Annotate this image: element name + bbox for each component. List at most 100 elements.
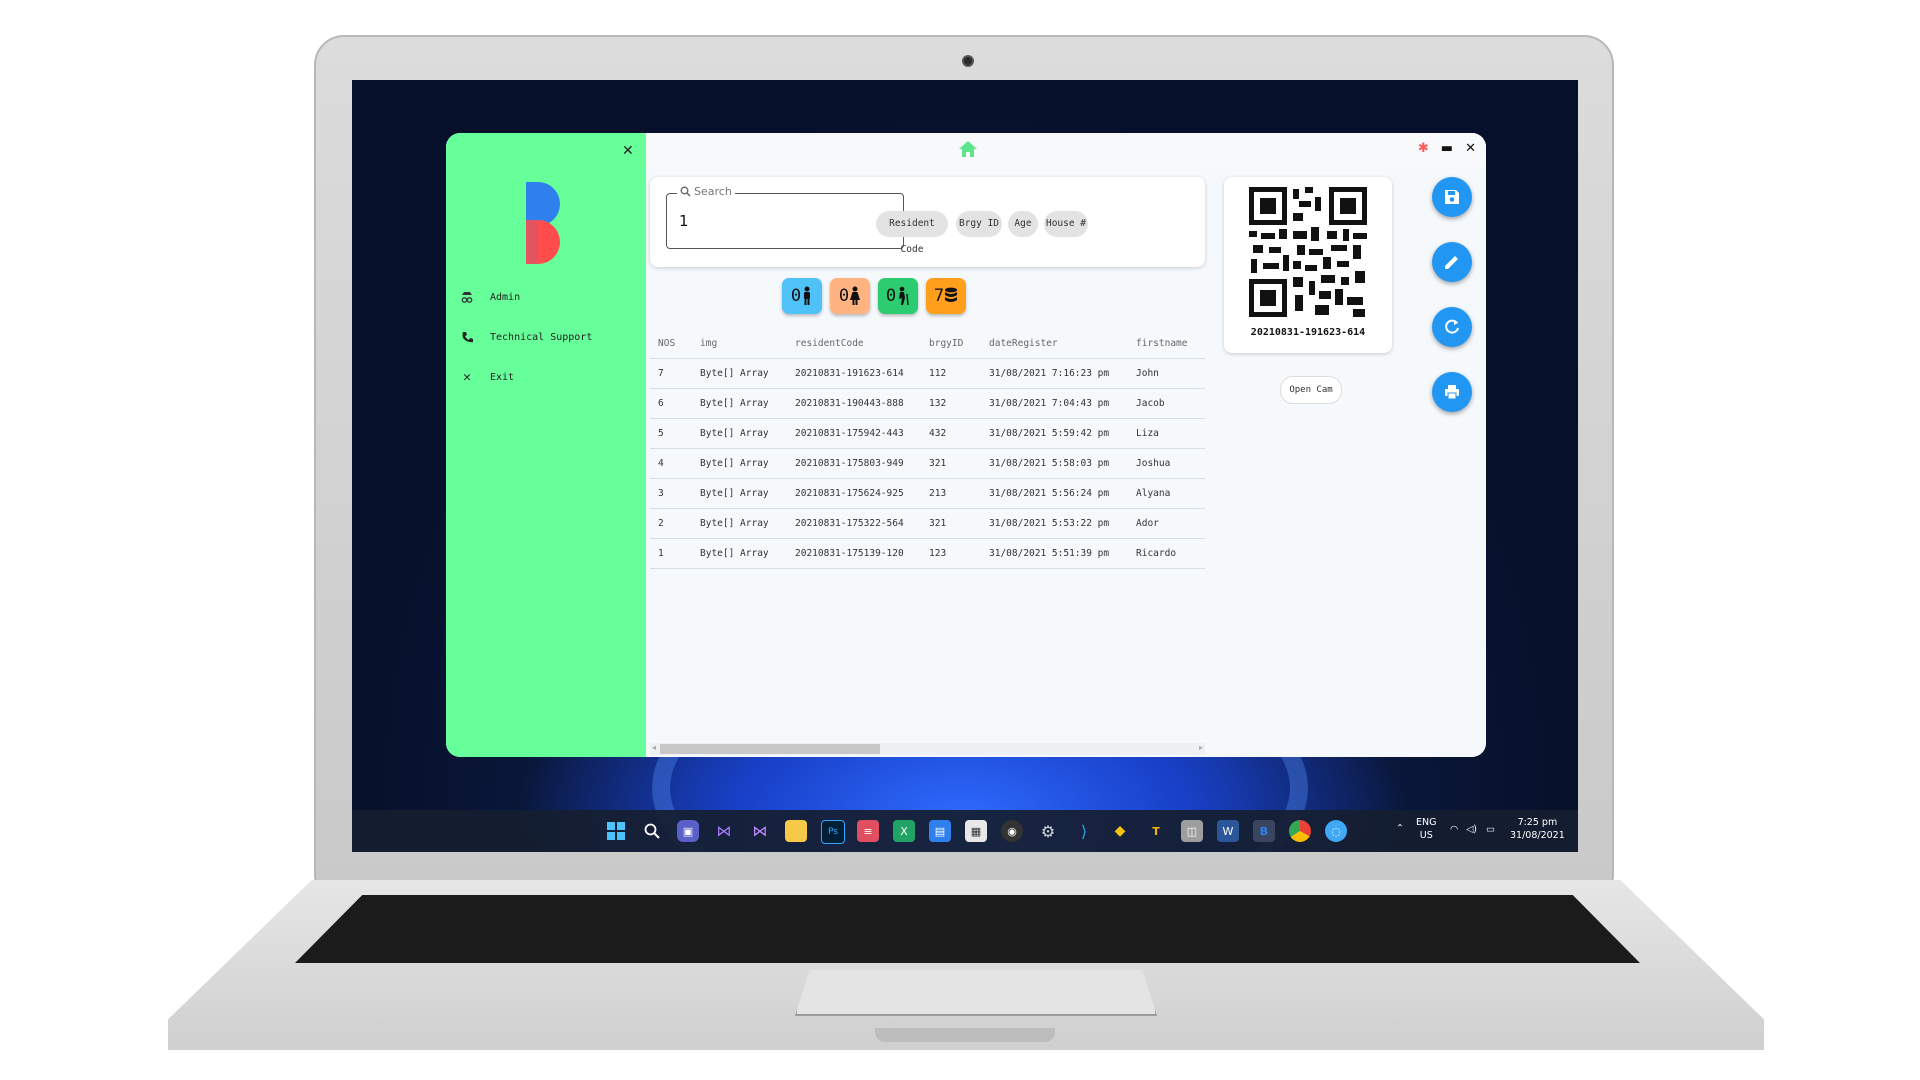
stat-female[interactable]: 0 [830,278,870,314]
table-row[interactable]: 6 Byte[] Array 20210831-190443-888 132 3… [650,388,1205,418]
table-cell: 5 [658,428,664,439]
search-legend: Search [677,185,735,198]
column-header[interactable]: residentCode [795,338,929,349]
filter-chip-brgy-id[interactable]: Brgy ID [956,211,1002,237]
barangay-app-icon[interactable]: B [1253,820,1275,842]
table-cell: John [1136,368,1159,379]
edit-button[interactable] [1432,242,1472,282]
sidebar-close-icon[interactable]: ✕ [622,143,634,159]
visual-studio-icon[interactable]: ⋈ [713,820,735,842]
document-icon[interactable]: ▦ [965,820,987,842]
browser-icon[interactable]: ◌ [1325,820,1347,842]
scroll-thumb[interactable] [660,744,880,754]
filter-chip-age[interactable]: Age [1008,211,1038,237]
photoshop-icon[interactable]: Ps [821,820,845,844]
tray-chevron-icon[interactable]: ⌃ [1396,822,1404,835]
stat-total[interactable]: 7 [926,278,966,314]
table-cell: 20210831-191623-614 [795,368,904,379]
elderly-icon [899,286,909,306]
volume-icon[interactable]: ◁) [1466,823,1477,836]
search-taskbar-icon[interactable] [641,820,663,842]
sidebar-item-label: Exit [490,371,515,383]
language-indicator[interactable]: ENG US [1416,816,1436,842]
word-icon[interactable]: W [1217,820,1239,842]
search-input[interactable] [679,212,859,230]
table-row[interactable]: 5 Byte[] Array 20210831-175942-443 432 3… [650,418,1205,448]
notepad-icon[interactable]: ▤ [929,820,951,842]
sidebar-item-exit[interactable]: ✕ Exit [458,368,514,386]
visual-studio-preview-icon[interactable]: ⋈ [749,820,771,842]
table-cell: Ador [1136,518,1159,529]
table-cell: 31/08/2021 5:58:03 pm [989,458,1110,469]
database-icon [945,287,958,302]
scroll-left-icon[interactable]: ◂ [652,743,656,752]
horizontal-scrollbar[interactable]: ◂ ▸ [650,743,1205,755]
database-taskbar-icon[interactable]: ◫ [1181,820,1203,842]
scroll-right-icon[interactable]: ▸ [1199,743,1203,752]
residents-table: NOS img residentCode brgyID dateRegister… [650,329,1205,569]
table-cell: 432 [929,428,947,439]
column-header[interactable]: NOS [650,338,700,349]
table-row[interactable]: 7 Byte[] Array 20210831-191623-614 112 3… [650,358,1205,388]
file-explorer-icon[interactable] [785,820,807,842]
stat-male[interactable]: 0 [782,278,822,314]
sidebar: ✕ Admin Technical Support ✕ Exit [446,133,646,757]
table-cell: 6 [658,398,664,409]
window-close-icon[interactable]: ✕ [1465,141,1476,156]
table-cell: 3 [658,488,664,499]
webcam [962,55,974,67]
table-cell: 31/08/2021 5:51:39 pm [989,548,1110,559]
home-icon[interactable] [958,140,978,158]
table-cell: 20210831-175624-925 [795,488,904,499]
filter-chip-resident-code[interactable]: Resident Code [876,211,948,255]
column-header[interactable]: brgyID [929,338,989,349]
sidebar-item-technical-support[interactable]: Technical Support [458,328,592,346]
start-icon[interactable] [605,820,627,842]
table-row[interactable]: 2 Byte[] Array 20210831-175322-564 321 3… [650,508,1205,538]
laptop-notch [875,1028,1055,1042]
search-field[interactable]: Search ✕ [666,185,904,249]
table-cell: Jacob [1136,398,1165,409]
table-cell: Alyana [1136,488,1171,499]
column-header[interactable]: img [700,338,795,349]
table-row[interactable]: 1 Byte[] Array 20210831-175139-120 123 3… [650,538,1205,569]
minimize-icon[interactable]: ▬ [1441,141,1453,156]
print-icon [1445,385,1459,400]
stat-elderly[interactable]: 0 [878,278,918,314]
clock-date: 31/08/2021 [1510,830,1565,841]
table-row[interactable]: 3 Byte[] Array 20210831-175624-925 213 3… [650,478,1205,508]
chrome-icon[interactable] [1289,820,1311,842]
column-header[interactable]: firstname [1136,338,1196,349]
sourcetree-icon[interactable]: ◆ [1109,820,1131,842]
table-row[interactable]: 4 Byte[] Array 20210831-175803-949 321 3… [650,448,1205,478]
taskbar: ▣ ⋈ ⋈ Ps ≡ X ▤ ▦ ◉ ⚙ ⟩ ◆ T ◫ W B ◌ ⌃ ENG… [352,810,1578,852]
teams-chat-icon[interactable]: ▣ [677,820,699,842]
table-cell: Ricardo [1136,548,1177,559]
table-cell: Liza [1136,428,1159,439]
bug-icon[interactable]: ✱ [1418,141,1429,156]
save-button[interactable] [1432,177,1472,217]
refresh-button[interactable] [1432,307,1472,347]
battery-icon[interactable]: ▭ [1486,823,1495,836]
open-cam-button[interactable]: Open Cam [1280,376,1342,404]
table-cell: 2 [658,518,664,529]
github-icon[interactable]: ◉ [1001,820,1023,842]
male-icon [804,286,811,305]
wifi-icon[interactable]: ◠ [1450,823,1458,836]
table-cell: Byte[] Array [700,518,769,529]
excel-icon[interactable]: X [893,820,915,842]
table-cell: 31/08/2021 5:59:42 pm [989,428,1110,439]
vscode-icon[interactable]: ⟩ [1073,820,1095,842]
table-cell: 112 [929,368,947,379]
print-button[interactable] [1432,372,1472,412]
filter-chip-house[interactable]: House # [1044,211,1088,237]
typora-icon[interactable]: T [1145,820,1167,842]
column-header[interactable]: dateRegister [989,338,1136,349]
app-logo [526,182,560,264]
sidebar-item-admin[interactable]: Admin [458,288,520,306]
layers-app-icon[interactable]: ≡ [857,820,879,842]
clock-time: 7:25 pm [1517,817,1558,828]
settings-gear-icon[interactable]: ⚙ [1037,820,1059,842]
main-panel: ✱ ▬ ✕ Search ✕ Resident Code Brgy ID Age… [646,133,1486,757]
clock[interactable]: 7:25 pm 31/08/2021 [1510,816,1565,842]
